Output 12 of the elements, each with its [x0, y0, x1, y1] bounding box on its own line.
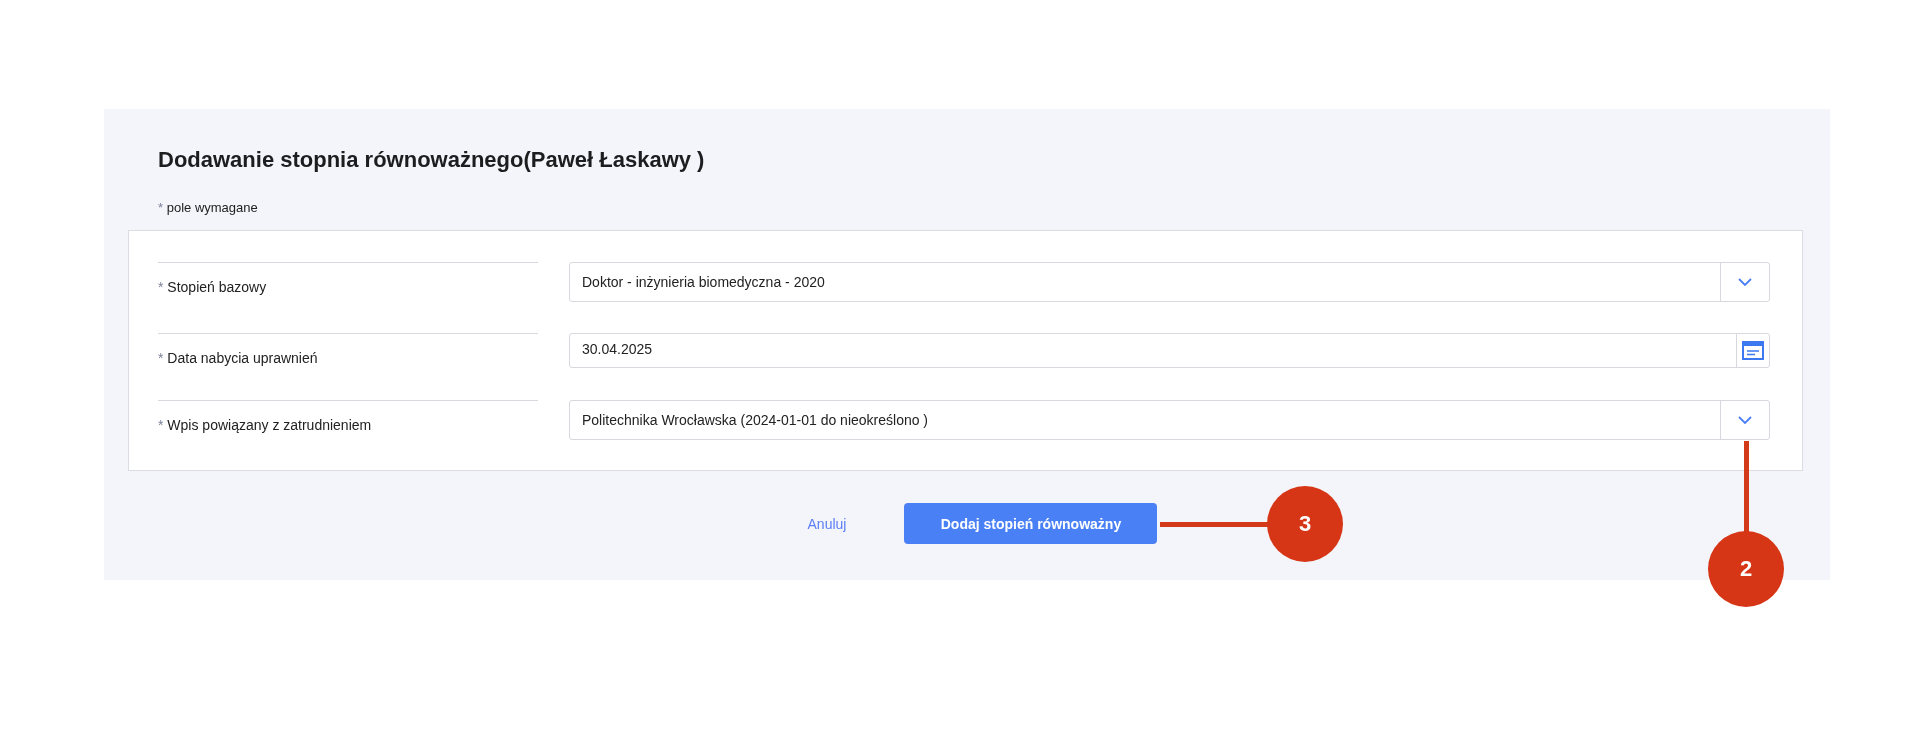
chevron-down-icon — [1738, 416, 1752, 424]
required-note: * pole wymagane — [158, 199, 259, 217]
select-field[interactable]: Doktor - inżynieria biomedyczna - 2020 — [569, 262, 1770, 302]
date-field[interactable]: 30.04.2025 — [569, 333, 1770, 368]
page-title: Dodawanie stopnia równoważnego(Paweł Łaskawy ) — [158, 146, 706, 174]
calendar-icon — [1742, 341, 1764, 360]
field-label: * Wpis powiązany z zatrudnieniem — [158, 400, 538, 440]
field-label: * Stopień bazowy — [158, 262, 538, 302]
select-field[interactable]: Politechnika Wrocławska (2024-01-01 do nieokreślono ) — [569, 400, 1770, 440]
field-label: * Data nabycia uprawnień — [158, 333, 538, 369]
submit-button[interactable]: Dodaj stopień równoważny — [904, 503, 1158, 544]
chevron-down-icon — [1738, 278, 1752, 286]
